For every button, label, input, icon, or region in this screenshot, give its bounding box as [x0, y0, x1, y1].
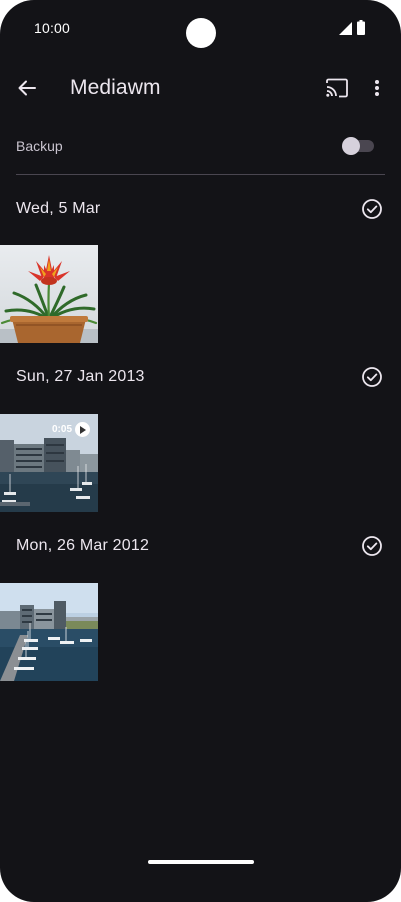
status-bar: 10:00 — [0, 0, 401, 56]
select-all-check-icon[interactable] — [361, 198, 383, 220]
battery-icon — [357, 20, 365, 35]
divider — [16, 174, 385, 175]
date-section-header: Sun, 27 Jan 2013 — [0, 358, 401, 398]
gesture-nav-handle[interactable] — [148, 860, 254, 864]
video-duration-badge: 0:05 — [52, 422, 90, 437]
section-date: Mon, 26 Mar 2012 — [16, 537, 150, 554]
toggle-thumb — [342, 137, 360, 155]
camera-cutout — [186, 18, 216, 48]
date-section-header: Mon, 26 Mar 2012 — [0, 527, 401, 567]
date-section-header: Wed, 5 Mar — [0, 190, 401, 230]
select-all-check-icon[interactable] — [361, 366, 383, 388]
app-bar: Mediawm — [0, 62, 401, 114]
cast-icon — [326, 78, 348, 98]
cast-button[interactable] — [322, 74, 352, 102]
video-duration: 0:05 — [51, 424, 72, 435]
backup-label: Backup — [16, 138, 63, 154]
section-date: Wed, 5 Mar — [16, 200, 101, 217]
backup-toggle[interactable] — [342, 137, 374, 155]
phone-screen: 10:00 Mediawm Backup Wed, 5 Mar Sun, 27 … — [0, 0, 401, 902]
more-options-button[interactable] — [364, 74, 390, 102]
media-thumbnail-marina[interactable] — [0, 583, 98, 681]
status-time: 10:00 — [34, 20, 71, 36]
backup-row: Backup — [0, 126, 401, 166]
signal-icon — [339, 22, 352, 35]
more-vert-icon — [375, 80, 379, 96]
app-title: Mediawm — [70, 76, 161, 99]
media-thumbnail-plant[interactable] — [0, 245, 98, 343]
back-button[interactable] — [12, 74, 42, 102]
back-arrow-icon — [18, 80, 36, 96]
media-thumbnail-video[interactable]: 0:05 — [0, 414, 98, 512]
select-all-check-icon[interactable] — [361, 535, 383, 557]
section-date: Sun, 27 Jan 2013 — [16, 368, 145, 385]
play-icon — [75, 422, 90, 437]
